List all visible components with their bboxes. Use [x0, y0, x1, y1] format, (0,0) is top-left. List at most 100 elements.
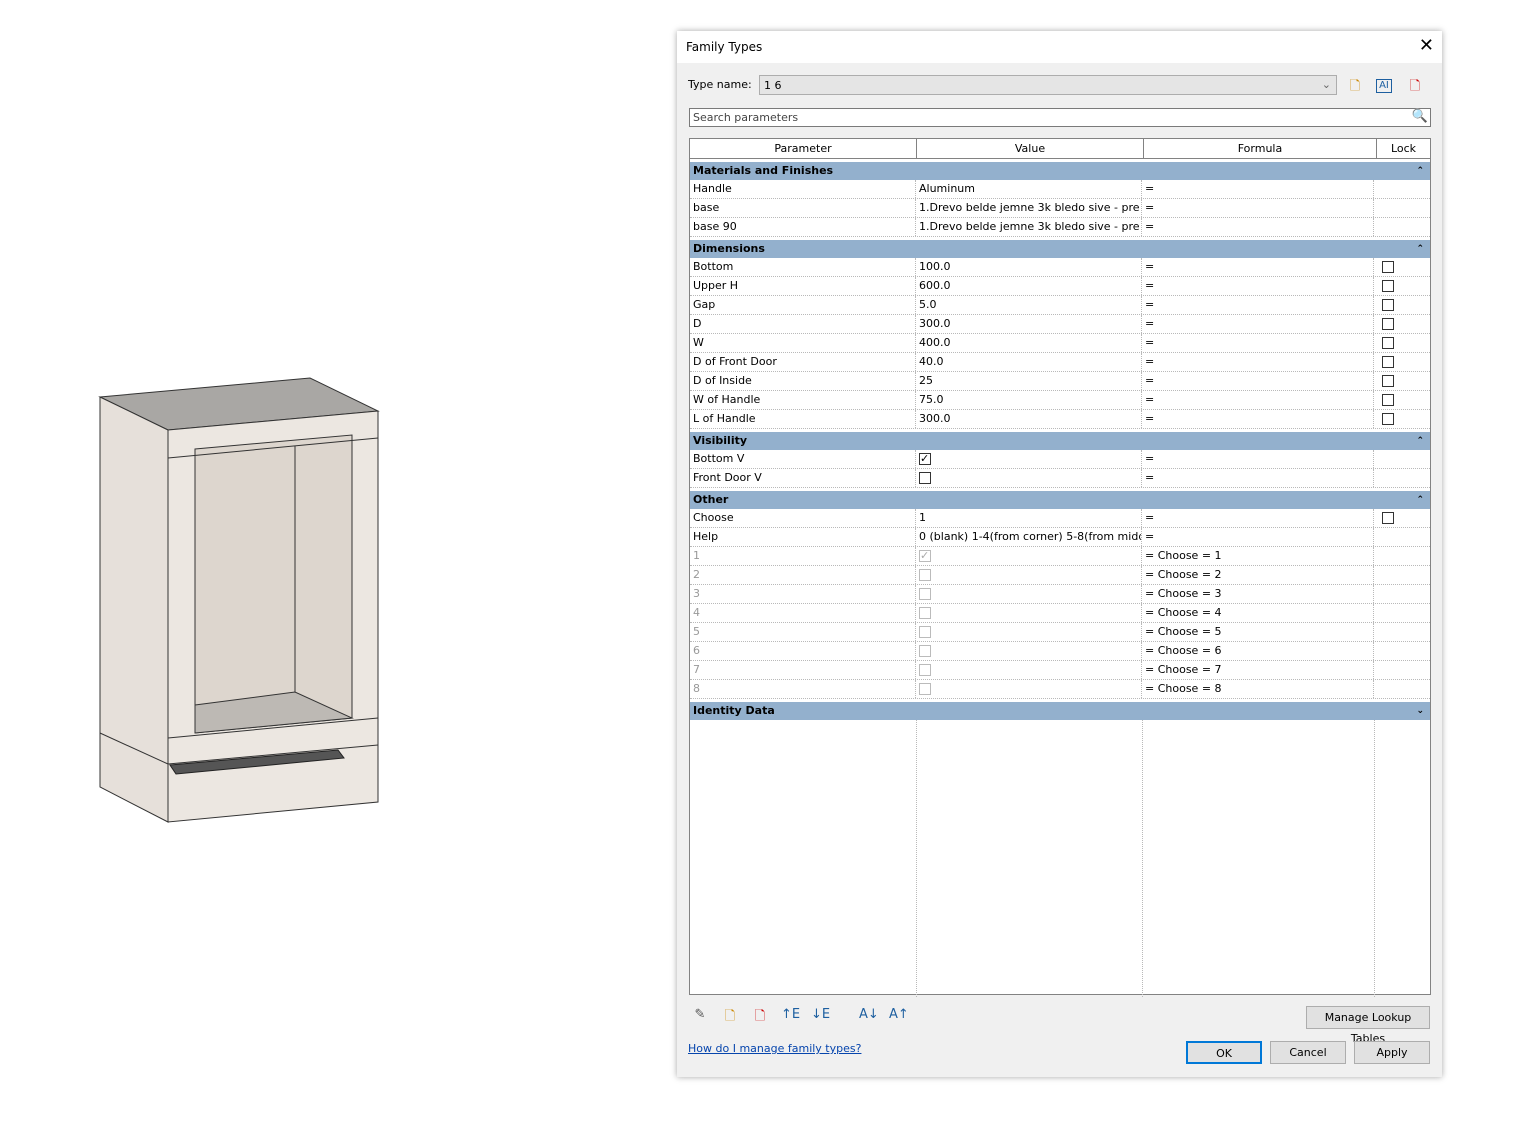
parameter-formula[interactable]: =: [1142, 509, 1374, 527]
parameter-value[interactable]: Aluminum: [916, 180, 1142, 198]
parameter-formula[interactable]: =: [1142, 199, 1374, 217]
parameter-name[interactable]: 2: [690, 566, 916, 584]
parameter-formula[interactable]: = Choose = 8: [1142, 680, 1374, 698]
parameter-name[interactable]: Front Door V: [690, 469, 916, 487]
parameter-formula[interactable]: = Choose = 1: [1142, 547, 1374, 565]
parameter-value[interactable]: 300.0: [916, 315, 1142, 333]
new-parameter-icon[interactable]: 🗋: [721, 1007, 739, 1029]
rename-type-icon[interactable]: AI: [1376, 79, 1392, 93]
parameter-value[interactable]: [916, 623, 1142, 641]
parameter-value[interactable]: 600.0: [916, 277, 1142, 295]
parameter-value[interactable]: 400.0: [916, 334, 1142, 352]
collapse-icon[interactable]: ⌃: [1416, 491, 1424, 509]
collapse-icon[interactable]: ⌄: [1416, 702, 1424, 720]
parameter-name[interactable]: 5: [690, 623, 916, 641]
parameter-name[interactable]: D of Inside: [690, 372, 916, 390]
edit-parameter-icon[interactable]: ✎: [691, 1007, 709, 1029]
parameter-name[interactable]: base: [690, 199, 916, 217]
parameter-formula[interactable]: = Choose = 7: [1142, 661, 1374, 679]
parameter-formula[interactable]: =: [1142, 277, 1374, 295]
parameter-name[interactable]: L of Handle: [690, 410, 916, 428]
parameter-name[interactable]: Gap: [690, 296, 916, 314]
parameter-name[interactable]: 4: [690, 604, 916, 622]
parameter-formula[interactable]: = Choose = 3: [1142, 585, 1374, 603]
parameter-formula[interactable]: =: [1142, 469, 1374, 487]
lock-checkbox[interactable]: [1382, 512, 1394, 524]
parameter-name[interactable]: 6: [690, 642, 916, 660]
apply-button[interactable]: Apply: [1354, 1041, 1430, 1064]
parameter-name[interactable]: W of Handle: [690, 391, 916, 409]
parameter-value[interactable]: 1: [916, 509, 1142, 527]
parameter-name[interactable]: W: [690, 334, 916, 352]
parameter-formula[interactable]: = Choose = 4: [1142, 604, 1374, 622]
lock-checkbox[interactable]: [1382, 394, 1394, 406]
parameter-formula[interactable]: =: [1142, 450, 1374, 468]
parameter-name[interactable]: 7: [690, 661, 916, 679]
collapse-icon[interactable]: ⌃: [1416, 162, 1424, 180]
parameter-name[interactable]: Upper H: [690, 277, 916, 295]
parameter-value[interactable]: 1.Drevo belde jemne 3k bledo sive - pre: [916, 199, 1142, 217]
parameter-name[interactable]: 3: [690, 585, 916, 603]
parameter-formula[interactable]: =: [1142, 353, 1374, 371]
delete-type-icon[interactable]: 🗋: [1406, 77, 1424, 95]
move-up-icon[interactable]: ↑E: [781, 1007, 800, 1029]
parameter-value[interactable]: 5.0: [916, 296, 1142, 314]
col-formula[interactable]: Formula: [1144, 139, 1377, 158]
parameter-name[interactable]: 8: [690, 680, 916, 698]
section-header[interactable]: Dimensions ⌃: [690, 240, 1430, 258]
col-lock[interactable]: Lock: [1377, 139, 1430, 158]
parameter-name[interactable]: 1: [690, 547, 916, 565]
parameter-name[interactable]: Bottom: [690, 258, 916, 276]
move-down-icon[interactable]: ↓E: [811, 1007, 830, 1029]
col-value[interactable]: Value: [917, 139, 1144, 158]
parameter-formula[interactable]: =: [1142, 528, 1374, 546]
collapse-icon[interactable]: ⌃: [1416, 432, 1424, 450]
parameter-formula[interactable]: =: [1142, 372, 1374, 390]
parameter-name[interactable]: Handle: [690, 180, 916, 198]
search-input[interactable]: Search parameters 🔍: [689, 108, 1431, 127]
sort-ascending-icon[interactable]: A↓: [859, 1007, 879, 1029]
section-header[interactable]: Identity Data ⌄: [690, 702, 1430, 720]
parameter-formula[interactable]: =: [1142, 410, 1374, 428]
close-icon[interactable]: ✕: [1419, 35, 1434, 56]
lock-checkbox[interactable]: [1382, 337, 1394, 349]
parameter-value[interactable]: 40.0: [916, 353, 1142, 371]
section-header[interactable]: Visibility ⌃: [690, 432, 1430, 450]
lock-checkbox[interactable]: [1382, 261, 1394, 273]
parameter-value[interactable]: 100.0: [916, 258, 1142, 276]
help-link[interactable]: How do I manage family types?: [688, 1042, 861, 1055]
parameter-formula[interactable]: =: [1142, 218, 1374, 236]
value-checkbox[interactable]: [919, 472, 931, 484]
parameter-value[interactable]: [916, 661, 1142, 679]
lock-checkbox[interactable]: [1382, 356, 1394, 368]
parameter-name[interactable]: Help: [690, 528, 916, 546]
lock-checkbox[interactable]: [1382, 299, 1394, 311]
parameter-formula[interactable]: = Choose = 6: [1142, 642, 1374, 660]
type-name-select[interactable]: 1 6 ⌄: [759, 75, 1337, 95]
parameter-formula[interactable]: =: [1142, 315, 1374, 333]
parameter-value[interactable]: [916, 642, 1142, 660]
parameter-value[interactable]: [916, 469, 1142, 487]
value-checkbox[interactable]: [919, 450, 931, 467]
ok-button[interactable]: OK: [1186, 1041, 1262, 1064]
parameter-formula[interactable]: =: [1142, 258, 1374, 276]
cancel-button[interactable]: Cancel: [1270, 1041, 1346, 1064]
collapse-icon[interactable]: ⌃: [1416, 240, 1424, 258]
parameter-formula[interactable]: = Choose = 5: [1142, 623, 1374, 641]
parameter-value[interactable]: 25: [916, 372, 1142, 390]
parameter-formula[interactable]: =: [1142, 391, 1374, 409]
parameter-value[interactable]: 300.0: [916, 410, 1142, 428]
parameter-value[interactable]: [916, 566, 1142, 584]
parameter-value[interactable]: 75.0: [916, 391, 1142, 409]
parameter-value[interactable]: 0 (blank) 1-4(from corner) 5-8(from midd…: [916, 528, 1142, 546]
parameter-name[interactable]: D of Front Door: [690, 353, 916, 371]
lock-checkbox[interactable]: [1382, 375, 1394, 387]
parameter-name[interactable]: Bottom V: [690, 450, 916, 468]
parameter-name[interactable]: base 90: [690, 218, 916, 236]
parameter-value[interactable]: [916, 585, 1142, 603]
parameter-formula[interactable]: =: [1142, 180, 1374, 198]
col-parameter[interactable]: Parameter: [690, 139, 917, 158]
parameter-name[interactable]: Choose: [690, 509, 916, 527]
section-header[interactable]: Other ⌃: [690, 491, 1430, 509]
sort-descending-icon[interactable]: A↑: [889, 1007, 909, 1029]
